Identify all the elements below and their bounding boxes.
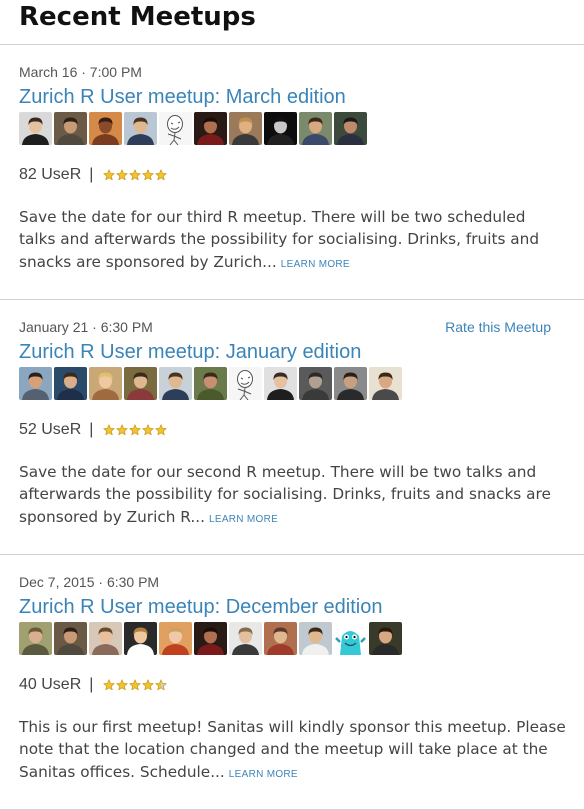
meetup-item: January 21 · 6:30 PM Rate this Meetup Zu… (0, 300, 584, 554)
section-title: Recent Meetups (19, 2, 256, 32)
attendee-avatar[interactable] (369, 622, 402, 655)
star-icon (103, 424, 116, 436)
attendee-avatar[interactable] (264, 367, 297, 400)
rsvp-count: 40 UseR (19, 676, 82, 693)
attendee-avatars (19, 622, 566, 656)
star-icon (129, 169, 142, 181)
attendee-avatar[interactable] (89, 622, 122, 655)
rate-meetup-link[interactable]: Rate this Meetup (445, 319, 551, 335)
attendee-avatar[interactable] (334, 367, 367, 400)
meetup-title-link[interactable]: Zurich R User meetup: January edition (19, 340, 361, 364)
attendee-avatar[interactable] (264, 112, 297, 145)
attendee-avatar[interactable] (229, 367, 262, 400)
stats-separator: | (89, 421, 94, 438)
attendee-avatar[interactable] (334, 622, 367, 655)
attendee-avatar[interactable] (19, 112, 52, 145)
attendee-avatar[interactable] (194, 622, 227, 655)
meetup-stats: 52 UseR | (19, 418, 566, 442)
attendee-avatar[interactable] (19, 367, 52, 400)
meetup-title-link[interactable]: Zurich R User meetup: December edition (19, 595, 382, 619)
attendee-avatar[interactable] (334, 112, 367, 145)
rsvp-count: 52 UseR (19, 421, 82, 438)
rating-stars (103, 679, 168, 691)
star-icon (155, 679, 168, 691)
star-icon (142, 679, 155, 691)
meetup-item: Dec 7, 2015 · 6:30 PM Zurich R User meet… (0, 555, 584, 809)
rating-stars (103, 424, 168, 436)
star-icon (142, 169, 155, 181)
attendee-avatar[interactable] (159, 622, 192, 655)
attendee-avatars (19, 367, 566, 401)
meetup-date: Dec 7, 2015 · 6:30 PM (19, 574, 160, 590)
attendee-avatar[interactable] (89, 112, 122, 145)
star-icon (116, 169, 129, 181)
meetup-description: Save the date for our second R meetup. T… (19, 461, 566, 531)
star-icon (129, 679, 142, 691)
rsvp-count: 82 UseR (19, 166, 82, 183)
attendee-avatar[interactable] (369, 367, 402, 400)
attendee-avatars (19, 112, 566, 146)
stats-separator: | (89, 676, 94, 693)
star-icon (103, 169, 116, 181)
attendee-avatar[interactable] (54, 367, 87, 400)
meetup-stats: 40 UseR | (19, 673, 566, 697)
attendee-avatar[interactable] (159, 367, 192, 400)
attendee-avatar[interactable] (194, 367, 227, 400)
learn-more-link[interactable]: LEARN MORE (281, 259, 350, 270)
meetup-description: Save the date for our third R meetup. Th… (19, 206, 566, 276)
attendee-avatar[interactable] (124, 622, 157, 655)
meetup-item: March 16 · 7:00 PM Zurich R User meetup:… (0, 45, 584, 299)
meetup-date: March 16 · 7:00 PM (19, 64, 142, 80)
attendee-avatar[interactable] (19, 622, 52, 655)
attendee-avatar[interactable] (54, 112, 87, 145)
attendee-avatar[interactable] (264, 622, 297, 655)
stats-separator: | (89, 166, 94, 183)
attendee-avatar[interactable] (54, 622, 87, 655)
attendee-avatar[interactable] (299, 112, 332, 145)
learn-more-link[interactable]: LEARN MORE (209, 514, 278, 525)
star-icon (116, 679, 129, 691)
meetup-stats: 82 UseR | (19, 163, 566, 187)
meetup-description: This is our first meetup! Sanitas will k… (19, 716, 566, 786)
attendee-avatar[interactable] (89, 367, 122, 400)
attendee-avatar[interactable] (229, 112, 262, 145)
attendee-avatar[interactable] (159, 112, 192, 145)
meetup-title-link[interactable]: Zurich R User meetup: March edition (19, 85, 346, 109)
star-icon (116, 424, 129, 436)
attendee-avatar[interactable] (299, 367, 332, 400)
attendee-avatar[interactable] (124, 112, 157, 145)
attendee-avatar[interactable] (229, 622, 262, 655)
attendee-avatar[interactable] (194, 112, 227, 145)
star-icon (129, 424, 142, 436)
rating-stars (103, 169, 168, 181)
learn-more-link[interactable]: LEARN MORE (229, 769, 298, 780)
attendee-avatar[interactable] (299, 622, 332, 655)
meetup-list: March 16 · 7:00 PM Zurich R User meetup:… (0, 45, 584, 810)
star-icon (142, 424, 155, 436)
description-text: Save the date for our second R meetup. T… (19, 463, 551, 526)
description-text: Save the date for our third R meetup. Th… (19, 208, 540, 271)
star-icon (103, 679, 116, 691)
star-icon (155, 424, 168, 436)
star-icon (155, 169, 168, 181)
attendee-avatar[interactable] (124, 367, 157, 400)
